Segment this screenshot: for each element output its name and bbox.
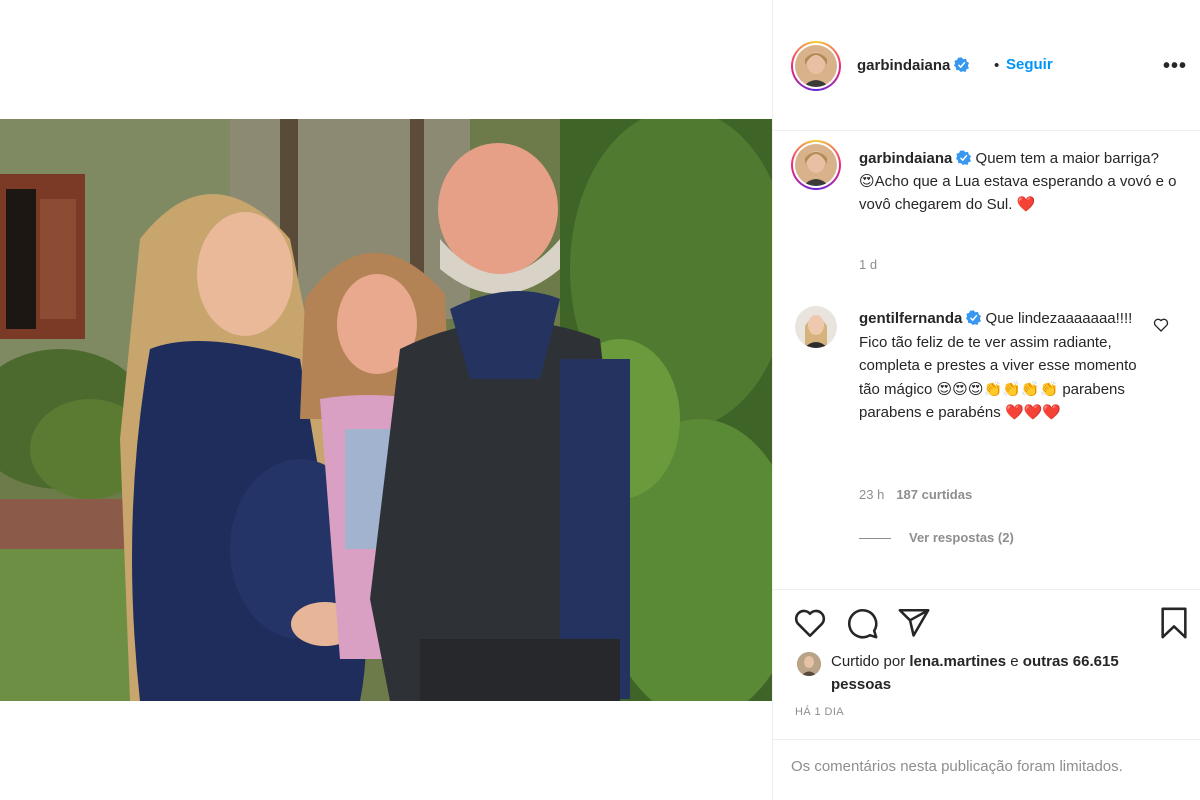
comments-limited-notice: Os comentários nesta publicação foram li… — [773, 739, 1200, 800]
likes-middle: e — [1006, 653, 1023, 670]
view-replies-label[interactable]: Ver respostas (2) — [909, 530, 1014, 545]
author-username[interactable]: garbindaiana — [857, 57, 970, 74]
verified-badge-icon — [966, 310, 982, 325]
header-separator: • — [994, 57, 1000, 74]
likes-user[interactable]: lena.martines — [909, 653, 1006, 670]
commenter-avatar[interactable] — [795, 306, 837, 348]
comments-list[interactable]: garbindaiana Quem tem a maior barriga? 😍… — [773, 131, 1200, 589]
bookmark-icon[interactable] — [1157, 606, 1191, 640]
comment-icon[interactable] — [845, 606, 879, 640]
comment-like-heart-icon[interactable] — [1153, 317, 1169, 333]
post-photo[interactable] — [0, 119, 772, 701]
likes-prefix: Curtido por — [831, 653, 910, 670]
caption-timestamp[interactable]: 1 d — [859, 257, 877, 272]
comment: gentilfernanda Que lindezaaaaaaa!!!! Fic… — [859, 307, 1149, 425]
send-icon[interactable] — [897, 606, 931, 640]
caption-author-avatar[interactable] — [791, 140, 841, 190]
heart-icon[interactable] — [793, 606, 827, 640]
post-media-pane — [0, 0, 772, 800]
post-header: garbindaiana • Seguir ••• — [773, 0, 1200, 131]
comment-meta: 23 h 187 curtidas — [859, 487, 972, 502]
liker-avatar[interactable] — [797, 652, 821, 676]
comment-likes[interactable]: 187 curtidas — [896, 487, 972, 502]
more-horizontal-icon[interactable]: ••• — [1163, 55, 1187, 78]
caption: garbindaiana Quem tem a maior barriga? 😍… — [859, 147, 1177, 216]
view-replies-button[interactable]: Ver respostas (2) — [859, 530, 1014, 545]
verified-badge-icon — [954, 57, 970, 72]
author-avatar[interactable] — [791, 41, 841, 91]
post-side-panel: garbindaiana • Seguir ••• garbindaiana Q… — [772, 0, 1200, 800]
post-timestamp[interactable]: HÁ 1 DIA — [795, 706, 844, 718]
comments-limited-text: Os comentários nesta publicação foram li… — [791, 758, 1123, 775]
author-username-text[interactable]: garbindaiana — [857, 57, 950, 74]
follow-button[interactable]: Seguir — [1006, 56, 1053, 73]
replies-divider — [859, 538, 891, 540]
verified-badge-icon — [956, 150, 972, 165]
caption-author[interactable]: garbindaiana — [859, 150, 952, 167]
likes-text: Curtido por lena.martines e outras 66.61… — [831, 650, 1131, 696]
post-actions: Curtido por lena.martines e outras 66.61… — [773, 589, 1200, 739]
comment-timestamp[interactable]: 23 h — [859, 487, 884, 502]
comment-author[interactable]: gentilfernanda — [859, 310, 962, 327]
